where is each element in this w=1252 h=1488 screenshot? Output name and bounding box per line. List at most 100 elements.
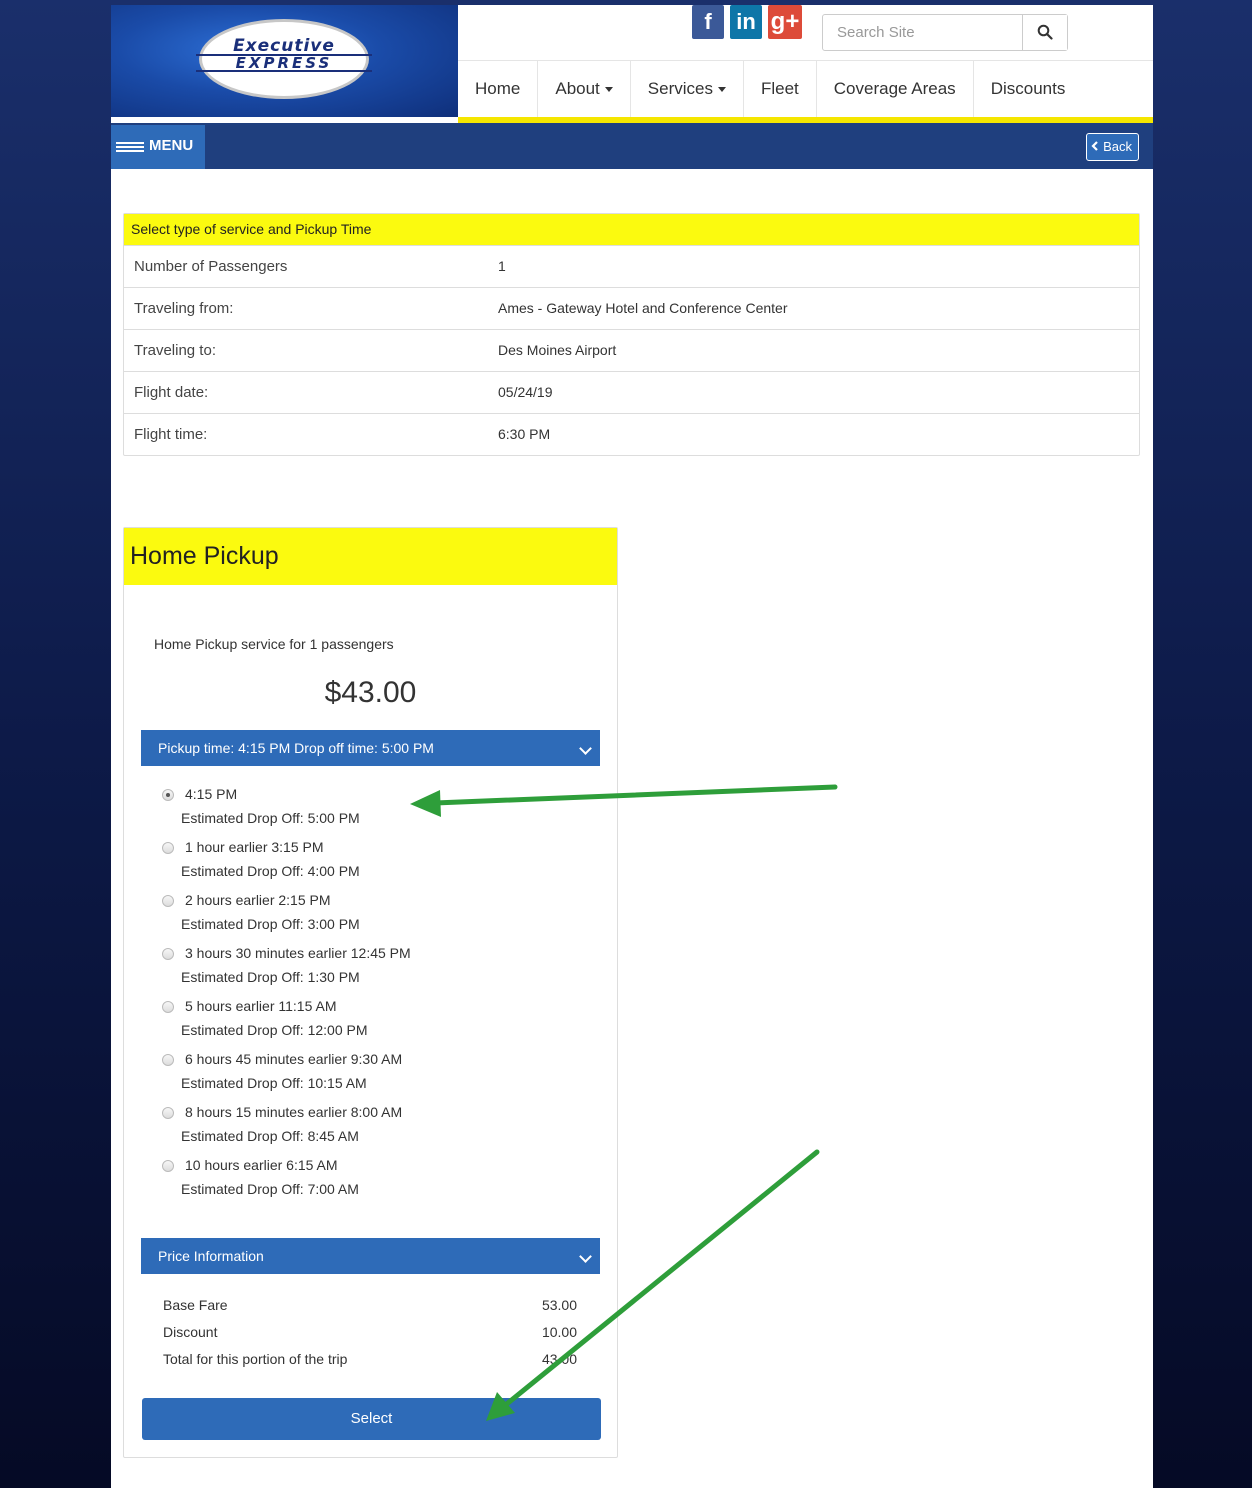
row-label: Traveling from: (134, 300, 234, 317)
chevron-down-icon (579, 1250, 592, 1263)
radio-button[interactable] (162, 1001, 174, 1013)
row-label: Traveling to: (134, 342, 216, 359)
nav-discounts[interactable]: Discounts (972, 61, 1083, 117)
list-item[interactable]: 4:15 PM Estimated Drop Off: 5:00 PM (161, 786, 581, 839)
option-label: 10 hours earlier 6:15 AM (185, 1157, 338, 1173)
option-dropoff: Estimated Drop Off: 8:45 AM (181, 1128, 359, 1144)
nav-coverage-label: Coverage Areas (833, 79, 956, 98)
search-icon (1037, 24, 1053, 40)
search-button[interactable] (1022, 15, 1067, 50)
nav-services[interactable]: Services (629, 61, 743, 117)
nav-about[interactable]: About (537, 61, 629, 117)
pickup-time-panel-label: Pickup time: 4:15 PM Drop off time: 5:00… (158, 740, 434, 756)
logo-text-executive: Executive (233, 36, 335, 56)
pickup-time-panel-header[interactable]: Pickup time: 4:15 PM Drop off time: 5:00… (141, 730, 600, 766)
googleplus-icon[interactable]: g+ (768, 5, 802, 39)
facebook-icon[interactable]: f (692, 5, 724, 39)
nav-services-label: Services (647, 79, 713, 98)
menu-label: MENU (149, 137, 194, 154)
menu-bar: MENU Back (111, 123, 1153, 169)
nav-coverage-areas[interactable]: Coverage Areas (815, 61, 973, 117)
logo-text-express: EXPRESS (196, 54, 372, 72)
trip-summary: Select type of service and Pickup Time N… (123, 213, 1140, 456)
price-value: 53.00 (541, 1297, 577, 1313)
option-label: 2 hours earlier 2:15 PM (185, 892, 331, 908)
row-label: Number of Passengers (134, 258, 288, 275)
select-button[interactable]: Select (142, 1398, 601, 1440)
chevron-left-icon (1091, 141, 1099, 151)
hamburger-icon (116, 142, 144, 154)
service-description: Home Pickup service for 1 passengers (154, 636, 394, 652)
radio-button[interactable] (162, 895, 174, 907)
option-label: 3 hours 30 minutes earlier 12:45 PM (185, 945, 411, 961)
service-price: $43.00 (324, 676, 417, 709)
radio-button[interactable] (162, 1107, 174, 1119)
linkedin-icon[interactable]: in (730, 5, 762, 39)
price-label: Total for this portion of the trip (163, 1351, 348, 1367)
option-dropoff: Estimated Drop Off: 3:00 PM (181, 916, 360, 932)
caret-down-icon (604, 87, 613, 93)
option-dropoff: Estimated Drop Off: 1:30 PM (181, 969, 360, 985)
option-dropoff: Estimated Drop Off: 5:00 PM (181, 810, 360, 826)
row-value: 1 (498, 258, 506, 274)
option-label: 8 hours 15 minutes earlier 8:00 AM (185, 1104, 403, 1120)
price-info-panel-label: Price Information (158, 1248, 264, 1264)
option-label: 6 hours 45 minutes earlier 9:30 AM (185, 1051, 403, 1067)
radio-button[interactable] (162, 948, 174, 960)
search-input[interactable] (823, 15, 1023, 50)
nav-discounts-label: Discounts (990, 79, 1066, 98)
logo-banner[interactable]: Executive EXPRESS (111, 5, 458, 117)
row-label: Flight time: (134, 426, 208, 443)
list-item[interactable]: 1 hour earlier 3:15 PM Estimated Drop Of… (161, 839, 581, 892)
nav-fleet[interactable]: Fleet (742, 61, 816, 117)
logo[interactable]: Executive EXPRESS (196, 19, 372, 99)
list-item[interactable]: 6 hours 45 minutes earlier 9:30 AM Estim… (161, 1051, 581, 1104)
table-row: Traveling to: Des Moines Airport (124, 329, 1139, 371)
summary-title: Select type of service and Pickup Time (124, 214, 1139, 245)
table-row: Discount 10.00 (163, 1324, 577, 1351)
option-dropoff: Estimated Drop Off: 12:00 PM (181, 1022, 368, 1038)
table-row: Flight time: 6:30 PM (124, 413, 1139, 455)
row-value: 05/24/19 (498, 384, 553, 400)
row-label: Flight date: (134, 384, 209, 401)
card-title: Home Pickup (124, 528, 617, 585)
option-label: 5 hours earlier 11:15 AM (185, 998, 337, 1014)
price-breakdown: Base Fare 53.00 Discount 10.00 Total for… (163, 1297, 577, 1378)
nav-home[interactable]: Home (458, 61, 537, 117)
list-item[interactable]: 3 hours 30 minutes earlier 12:45 PM Esti… (161, 945, 581, 998)
price-value: 43.00 (541, 1351, 577, 1367)
option-dropoff: Estimated Drop Off: 7:00 AM (181, 1181, 359, 1197)
option-dropoff: Estimated Drop Off: 10:15 AM (181, 1075, 367, 1091)
table-row: Total for this portion of the trip 43.00 (163, 1351, 577, 1378)
list-item[interactable]: 10 hours earlier 6:15 AM Estimated Drop … (161, 1157, 581, 1210)
radio-button[interactable] (162, 789, 174, 801)
row-value: Des Moines Airport (498, 342, 617, 358)
caret-down-icon (717, 87, 726, 93)
page: Executive EXPRESS f in g+ Home About Ser… (111, 5, 1153, 1488)
table-row: Flight date: 05/24/19 (124, 371, 1139, 413)
main-nav: Home About Services Fleet Coverage Areas… (458, 61, 1082, 117)
nav-about-label: About (555, 79, 600, 98)
home-pickup-card: Home Pickup Home Pickup service for 1 pa… (123, 527, 618, 1458)
price-info-panel-header[interactable]: Price Information (141, 1238, 600, 1274)
row-value: Ames - Gateway Hotel and Conference Cent… (498, 300, 788, 316)
list-item[interactable]: 2 hours earlier 2:15 PM Estimated Drop O… (161, 892, 581, 945)
table-row: Base Fare 53.00 (163, 1297, 577, 1324)
radio-button[interactable] (162, 842, 174, 854)
radio-button[interactable] (162, 1160, 174, 1172)
back-button[interactable]: Back (1086, 133, 1139, 161)
list-item[interactable]: 8 hours 15 minutes earlier 8:00 AM Estim… (161, 1104, 581, 1157)
list-item[interactable]: 5 hours earlier 11:15 AM Estimated Drop … (161, 998, 581, 1051)
menu-button[interactable]: MENU (111, 125, 205, 169)
table-row: Number of Passengers 1 (124, 245, 1139, 287)
search-box (822, 14, 1068, 51)
pickup-time-options: 4:15 PM Estimated Drop Off: 5:00 PM 1 ho… (161, 786, 581, 1210)
radio-button[interactable] (162, 1054, 174, 1066)
row-value: 6:30 PM (498, 426, 551, 442)
chevron-down-icon (579, 742, 592, 755)
table-row: Traveling from: Ames - Gateway Hotel and… (124, 287, 1139, 329)
price-label: Discount (163, 1324, 218, 1340)
price-value: 10.00 (541, 1324, 577, 1340)
back-label: Back (1103, 139, 1132, 154)
option-label: 4:15 PM (185, 786, 238, 802)
